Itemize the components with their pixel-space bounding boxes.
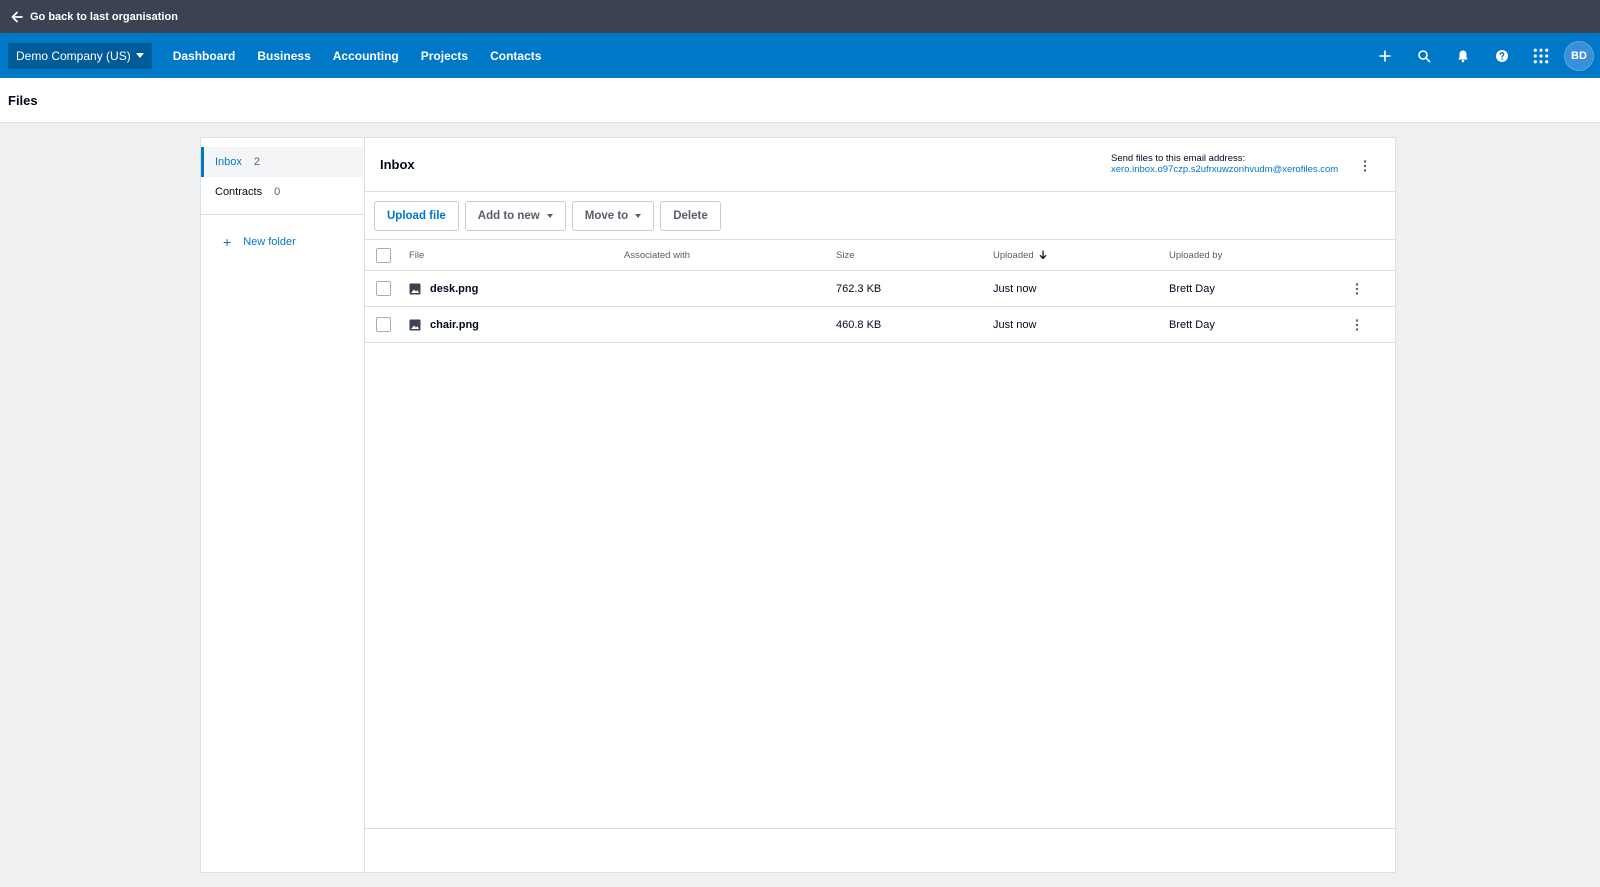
delete-button[interactable]: Delete: [660, 200, 721, 231]
nav-link-contacts[interactable]: Contacts: [479, 49, 552, 63]
sidebar-divider: [201, 214, 364, 215]
email-label: Send files to this email address:: [1111, 153, 1246, 164]
apps-grid-icon[interactable]: [1521, 33, 1560, 78]
inbox-header: Inbox Send files to this email address: …: [365, 138, 1395, 192]
column-uploaded[interactable]: Uploaded: [993, 240, 1047, 270]
size-cell: 460.8 KB: [836, 318, 882, 331]
column-uploaded-by[interactable]: Uploaded by: [1169, 240, 1222, 270]
back-to-org-bar[interactable]: Go back to last organisation: [0, 0, 1600, 33]
folder-sidebar: Inbox 2 Contracts 0 + New folder: [201, 138, 365, 872]
uploaded-by-cell: Brett Day: [1169, 318, 1215, 331]
file-cell[interactable]: chair.png: [409, 307, 479, 342]
main-navbar: Demo Company (US) Dashboard Business Acc…: [0, 33, 1600, 78]
panel-footer-divider: [365, 828, 1395, 829]
new-folder-label: New folder: [243, 236, 296, 248]
org-switcher-button[interactable]: Demo Company (US): [8, 42, 152, 69]
folder-name: Contracts: [215, 186, 263, 198]
uploaded-by-cell: Brett Day: [1169, 282, 1215, 295]
row-checkbox[interactable]: [376, 317, 391, 332]
upload-file-button[interactable]: Upload file: [374, 200, 459, 231]
table-row[interactable]: desk.png 762.3 KB Just now Brett Day: [365, 271, 1395, 307]
image-file-icon: [409, 283, 421, 294]
table-row[interactable]: chair.png 460.8 KB Just now Brett Day: [365, 307, 1395, 343]
row-select-cell: [376, 271, 391, 306]
size-cell: 762.3 KB: [836, 282, 882, 295]
caret-down-icon: [546, 213, 553, 218]
move-to-button[interactable]: Move to: [571, 200, 655, 231]
search-icon[interactable]: [1404, 33, 1443, 78]
bell-icon[interactable]: [1443, 33, 1482, 78]
column-file[interactable]: File: [409, 240, 424, 270]
more-options-icon[interactable]: [1349, 317, 1365, 333]
column-associated[interactable]: Associated with: [624, 240, 690, 270]
nav-icons: BD: [1365, 33, 1594, 78]
move-to-label: Move to: [584, 209, 629, 222]
table-header: File Associated with Size Uploaded Uploa…: [365, 240, 1395, 271]
row-checkbox[interactable]: [376, 281, 391, 296]
caret-down-icon: [135, 53, 144, 58]
nav-link-dashboard[interactable]: Dashboard: [162, 49, 247, 63]
select-all-cell: [376, 240, 391, 270]
folder-name: Inbox: [215, 156, 242, 168]
nav-link-accounting[interactable]: Accounting: [322, 49, 410, 63]
nav-link-projects[interactable]: Projects: [410, 49, 479, 63]
add-to-new-label: Add to new: [477, 209, 540, 222]
more-options-icon[interactable]: [1357, 158, 1373, 174]
folder-count: 2: [253, 156, 261, 168]
help-icon[interactable]: [1482, 33, 1521, 78]
folder-inbox[interactable]: Inbox 2: [201, 147, 364, 177]
sort-down-icon: [1039, 250, 1046, 259]
plus-icon[interactable]: [1365, 33, 1404, 78]
org-name: Demo Company (US): [16, 48, 131, 63]
file-name[interactable]: chair.png: [430, 319, 479, 331]
page-title: Files: [8, 92, 38, 108]
nav-links: Dashboard Business Accounting Projects C…: [162, 49, 553, 63]
column-uploaded-label: Uploaded: [993, 249, 1034, 261]
image-file-icon: [409, 319, 421, 330]
file-toolbar: Upload file Add to new Move to Delete: [365, 192, 1395, 240]
uploaded-cell: Just now: [993, 282, 1037, 295]
folder-contracts[interactable]: Contracts 0: [201, 177, 364, 207]
file-list-area: Inbox Send files to this email address: …: [365, 138, 1395, 872]
inbox-email-link[interactable]: xero.inbox.o97czp.s2ufrxuwzonhvudm@xerof…: [1111, 164, 1338, 175]
files-panel: Inbox 2 Contracts 0 + New folder Inbox S…: [200, 137, 1396, 873]
new-folder-button[interactable]: + New folder: [201, 225, 364, 259]
row-select-cell: [376, 307, 391, 342]
uploaded-cell: Just now: [993, 318, 1037, 331]
select-all-checkbox[interactable]: [376, 247, 391, 263]
column-size[interactable]: Size: [836, 240, 854, 270]
plus-icon: +: [223, 234, 232, 250]
caret-down-icon: [635, 213, 642, 218]
file-name[interactable]: desk.png: [430, 283, 478, 295]
row-menu-cell: [1349, 271, 1365, 306]
row-menu-cell: [1349, 307, 1365, 342]
more-options-icon[interactable]: [1349, 281, 1365, 297]
inbox-email-info: Send files to this email address: xero.i…: [1111, 153, 1338, 175]
back-to-org-label[interactable]: Go back to last organisation: [30, 11, 178, 23]
folder-count: 0: [274, 186, 281, 198]
user-avatar[interactable]: BD: [1564, 40, 1594, 71]
page-header: Files: [0, 78, 1600, 123]
nav-link-business[interactable]: Business: [246, 49, 321, 63]
add-to-new-button[interactable]: Add to new: [464, 200, 566, 231]
folder-title: Inbox: [380, 157, 415, 172]
file-cell[interactable]: desk.png: [409, 271, 478, 306]
arrow-left-icon: [11, 11, 23, 22]
